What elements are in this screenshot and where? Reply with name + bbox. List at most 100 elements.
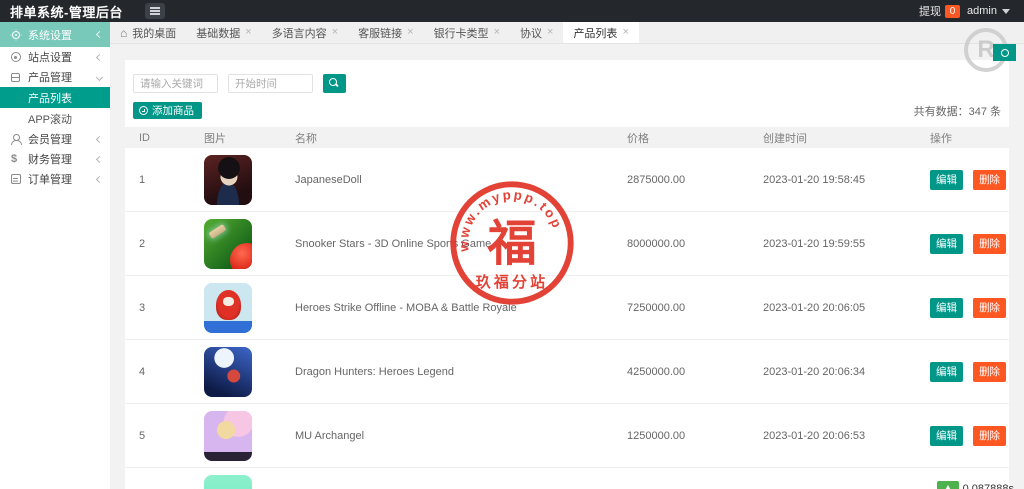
close-icon[interactable] — [245, 27, 251, 38]
sidebar-item-finance-management[interactable]: 财务管理 — [0, 149, 110, 169]
chevron-down-icon — [95, 73, 104, 81]
col-header-price: 价格 — [627, 132, 649, 145]
sidebar-item-order-management[interactable]: 订单管理 — [0, 169, 110, 189]
sidebar-item-label: 系统设置 — [28, 29, 72, 42]
sidebar-item-label: 财务管理 — [28, 154, 72, 166]
sidebar-subitem-product-list[interactable]: 产品列表 — [0, 87, 110, 108]
product-image — [204, 218, 252, 269]
search-toolbar — [125, 60, 1009, 93]
sidebar-item-member-management[interactable]: 会员管理 — [0, 129, 110, 149]
sidebar-subitem-label: APP滚动 — [28, 113, 73, 126]
thinkphp-logo-icon — [936, 481, 959, 489]
col-header-image: 图片 — [204, 132, 226, 145]
topbar: 排单系统-管理后台 提现 0 admin — [0, 0, 1024, 22]
product-image — [204, 154, 252, 205]
order-icon — [10, 174, 21, 185]
app-title: 排单系统-管理后台 — [10, 4, 123, 20]
withdraw-link[interactable]: 提现 0 — [919, 3, 961, 19]
search-button[interactable] — [323, 74, 346, 93]
delete-button[interactable]: 删除 — [973, 233, 1007, 254]
close-icon[interactable] — [622, 27, 628, 38]
table-row: 5 MU Archangel 1250000.00 2023-01-20 20:… — [125, 404, 1009, 468]
trace-badge[interactable]: 0.087888s — [936, 481, 1014, 489]
trace-time-text: 0.087888s — [962, 483, 1014, 489]
product-image — [204, 346, 252, 397]
sidebar-item-system-settings[interactable]: 系统设置 — [0, 22, 110, 47]
chevron-left-icon — [95, 30, 104, 39]
sidebar-item-product-management[interactable]: 产品管理 — [0, 67, 110, 87]
user-menu[interactable]: admin — [967, 5, 1010, 17]
delete-button[interactable]: 删除 — [973, 361, 1007, 382]
tab-my-desktop[interactable]: 我的桌面 — [110, 22, 186, 43]
sidebar-item-site-settings[interactable]: 站点设置 — [0, 47, 110, 67]
cell-created: 2023-01-20 19:58:45 — [763, 173, 866, 186]
tab-bankcard-type[interactable]: 银行卡类型 — [424, 22, 510, 43]
tab-basic-data[interactable]: 基础数据 — [186, 22, 261, 43]
edit-button[interactable]: 编辑 — [930, 233, 963, 254]
sidebar-item-label: 订单管理 — [28, 174, 72, 186]
cell-name: Snooker Stars - 3D Online Sports Game — [295, 237, 492, 250]
tab-multilanguage[interactable]: 多语言内容 — [262, 22, 348, 43]
tab-label: 协议 — [520, 27, 542, 40]
table-row: 1 JapaneseDoll 2875000.00 2023-01-20 19:… — [125, 148, 1009, 212]
start-time-input[interactable] — [228, 74, 313, 93]
sidebar-item-label: 产品管理 — [28, 72, 72, 84]
table-row-partial — [125, 468, 1009, 489]
cell-created: 2023-01-20 19:59:55 — [763, 237, 866, 250]
edit-button[interactable]: 编辑 — [930, 361, 963, 382]
admin-app: 排单系统-管理后台 提现 0 admin 系统设置 站点设置 产品管理 产品列表… — [0, 0, 1024, 489]
keyword-input[interactable] — [133, 74, 218, 93]
chevron-left-icon — [95, 155, 104, 163]
cell-id: 5 — [139, 429, 146, 442]
finance-icon — [10, 153, 21, 165]
close-icon[interactable] — [332, 27, 338, 38]
tab-label: 基础数据 — [196, 27, 241, 40]
tab-agreement[interactable]: 协议 — [510, 22, 563, 43]
sidebar-subitem-label: 产品列表 — [28, 92, 72, 105]
table-row: 3 Heroes Strike Offline - MOBA & Battle … — [125, 276, 1009, 340]
tab-service-link[interactable]: 客服链接 — [348, 22, 423, 43]
cell-name: MU Archangel — [295, 429, 365, 442]
edit-button[interactable]: 编辑 — [930, 169, 963, 190]
product-image — [204, 474, 252, 489]
gear-icon — [10, 29, 21, 40]
withdraw-label: 提现 — [919, 6, 942, 18]
edit-button[interactable]: 编辑 — [930, 297, 963, 318]
col-header-created: 创建时间 — [763, 132, 807, 145]
cell-price: 4250000.00 — [627, 365, 686, 378]
sidebar-item-label: 站点设置 — [28, 52, 72, 64]
cell-name: Dragon Hunters: Heroes Legend — [295, 365, 454, 378]
table-row: 4 Dragon Hunters: Heroes Legend 4250000.… — [125, 340, 1009, 404]
hamburger-icon — [149, 10, 160, 12]
close-icon[interactable] — [407, 27, 413, 38]
add-product-button[interactable]: 添加商品 — [133, 102, 202, 119]
col-header-name: 名称 — [295, 132, 317, 145]
edit-button[interactable]: 编辑 — [930, 425, 963, 446]
close-icon[interactable] — [494, 27, 500, 38]
menu-toggle-button[interactable] — [144, 3, 165, 19]
cell-created: 2023-01-20 20:06:05 — [763, 301, 866, 314]
add-product-label: 添加商品 — [152, 105, 194, 117]
table-row: 2 Snooker Stars - 3D Online Sports Game … — [125, 212, 1009, 276]
cell-name: JapaneseDoll — [295, 173, 362, 186]
cell-created: 2023-01-20 20:06:34 — [763, 365, 866, 378]
chevron-left-icon — [95, 53, 104, 61]
panel-control-button[interactable] — [993, 44, 1016, 61]
cell-id: 1 — [139, 173, 146, 186]
cell-id: 2 — [139, 237, 146, 250]
delete-button[interactable]: 删除 — [973, 297, 1007, 318]
sidebar-subitem-app-scroll[interactable]: APP滚动 — [0, 108, 110, 129]
cell-price: 8000000.00 — [627, 237, 686, 250]
cell-name: Heroes Strike Offline - MOBA & Battle Ro… — [295, 301, 517, 314]
sidebar: 系统设置 站点设置 产品管理 产品列表 APP滚动 会员管理 财务管理 — [0, 22, 110, 489]
product-icon — [10, 72, 21, 83]
delete-button[interactable]: 删除 — [973, 169, 1007, 190]
delete-button[interactable]: 删除 — [973, 425, 1007, 446]
tab-label: 银行卡类型 — [433, 27, 489, 40]
tab-label: 客服链接 — [358, 27, 403, 40]
product-table: ID 图片 名称 价格 创建时间 操作 1 JapaneseDoll 28750… — [125, 127, 1009, 489]
product-image — [204, 410, 252, 461]
tab-product-list[interactable]: 产品列表 — [563, 22, 639, 43]
close-icon[interactable] — [547, 27, 553, 38]
product-image — [204, 282, 252, 333]
